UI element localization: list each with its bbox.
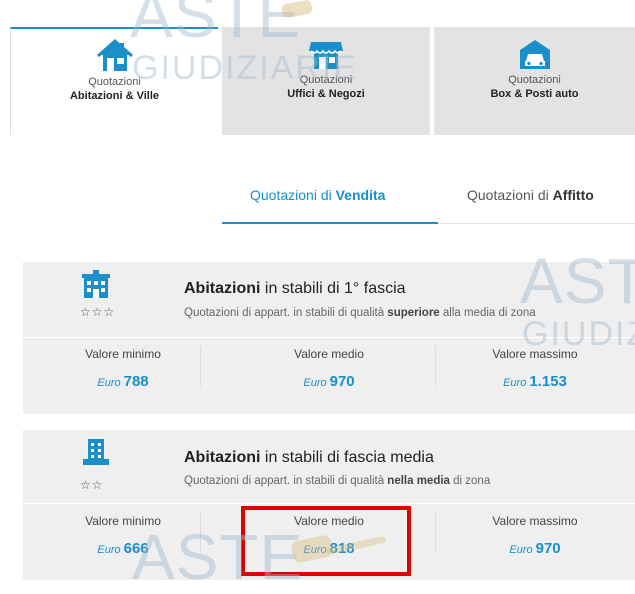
tab-box-posti-auto[interactable]: Quotazioni Box & Posti auto <box>434 27 635 135</box>
category-tabs: Quotazioni Abitazioni & Ville Quotazioni… <box>10 27 635 135</box>
currency-label: Euro <box>303 377 327 389</box>
price-columns: Valore minimo Euro 788 Valore medio Euro 9… <box>23 338 635 396</box>
tab-divider-line <box>438 223 635 224</box>
desc-post: di zona <box>449 475 491 487</box>
currency-label: Euro <box>97 377 121 389</box>
tab-line1: Quotazioni <box>299 74 353 86</box>
tab-affitto-label: Affitto <box>552 187 594 203</box>
tab-line1: Quotazioni <box>508 74 561 86</box>
card-title-bold: Abitazioni <box>184 449 261 466</box>
quote-card-prima-fascia: ☆☆☆ Abitazioni in stabili di 1° fascia Q… <box>23 262 635 414</box>
max-value-column: Valore massimo Euro 1.153 <box>435 338 635 390</box>
card-description: Quotazioni di appart. in stabili di qual… <box>184 475 490 487</box>
tab-vendita-prefix: Quotazioni di <box>250 187 336 203</box>
min-value-column: Valore minimo Euro 788 <box>23 338 223 390</box>
min-value: Euro 788 <box>23 373 223 390</box>
tab-vendita-label: Vendita <box>335 187 386 203</box>
column-separator <box>200 513 201 553</box>
tab-line1: Quotazioni <box>88 76 141 88</box>
max-value-column: Valore massimo Euro 970 <box>435 505 635 557</box>
desc-pre: Quotazioni di appart. in stabili di qual… <box>184 307 388 319</box>
garage-car-icon <box>519 40 550 69</box>
card-title-rest: in stabili di fascia media <box>260 449 434 466</box>
building-icon <box>82 270 110 298</box>
rating-stars: ☆☆☆ <box>80 305 116 319</box>
card-title-bold: Abitazioni <box>184 280 261 297</box>
max-value: Euro 970 <box>435 540 635 557</box>
min-value-label: Valore minimo <box>85 347 161 361</box>
avg-value: Euro 970 <box>229 373 429 390</box>
tab-affitto-prefix: Quotazioni di <box>467 187 553 203</box>
desc-pre: Quotazioni di appart. in stabili di qual… <box>184 475 388 487</box>
avg-value-number: 970 <box>329 373 355 390</box>
currency-label: Euro <box>503 377 527 389</box>
tab-line2: Box & Posti auto <box>490 88 579 100</box>
max-value-number: 970 <box>535 540 561 557</box>
active-tab-underline <box>222 222 438 224</box>
tab-vendita[interactable]: Quotazioni di Vendita <box>250 187 385 203</box>
card-title: Abitazioni in stabili di fascia media <box>184 449 434 467</box>
tab-affitto[interactable]: Quotazioni di Affitto <box>467 187 594 203</box>
house-icon <box>96 38 133 71</box>
currency-label: Euro <box>97 544 121 556</box>
desc-post: alla media di zona <box>439 307 536 319</box>
tab-uffici-negozi[interactable]: Quotazioni Uffici & Negozi <box>222 27 430 135</box>
min-value-label: Valore minimo <box>85 514 161 528</box>
card-title: Abitazioni in stabili di 1° fascia <box>184 280 406 298</box>
tab-line2: Uffici & Negozi <box>287 88 365 100</box>
card-title-rest: in stabili di 1° fascia <box>260 280 406 297</box>
avg-value-label: Valore medio <box>294 347 364 361</box>
column-separator <box>200 346 201 386</box>
currency-label: Euro <box>509 544 533 556</box>
max-value-label: Valore massimo <box>492 514 578 528</box>
max-value-label: Valore massimo <box>492 347 578 361</box>
tab-abitazioni-ville[interactable]: Quotazioni Abitazioni & Ville <box>10 27 218 135</box>
desc-bold: superiore <box>387 307 440 319</box>
highlight-box <box>241 506 411 576</box>
min-value: Euro 666 <box>23 540 223 557</box>
sale-rent-tabs: Quotazioni di Vendita Quotazioni di Affi… <box>222 187 635 227</box>
gavel-watermark-icon <box>281 0 313 18</box>
max-value-number: 1.153 <box>529 373 567 390</box>
min-value-number: 788 <box>123 373 149 390</box>
avg-value-column: Valore medio Euro 970 <box>229 338 429 390</box>
tab-line2: Abitazioni & Ville <box>69 90 160 102</box>
card-divider <box>23 503 635 504</box>
rating-stars: ☆☆ <box>80 478 104 492</box>
card-description: Quotazioni di appart. in stabili di qual… <box>184 307 536 319</box>
apartment-block-icon <box>83 439 109 465</box>
desc-bold: nella media <box>387 475 450 487</box>
min-value-column: Valore minimo Euro 666 <box>23 505 223 557</box>
max-value: Euro 1.153 <box>435 373 635 390</box>
shop-icon <box>309 42 343 69</box>
min-value-number: 666 <box>123 540 149 557</box>
